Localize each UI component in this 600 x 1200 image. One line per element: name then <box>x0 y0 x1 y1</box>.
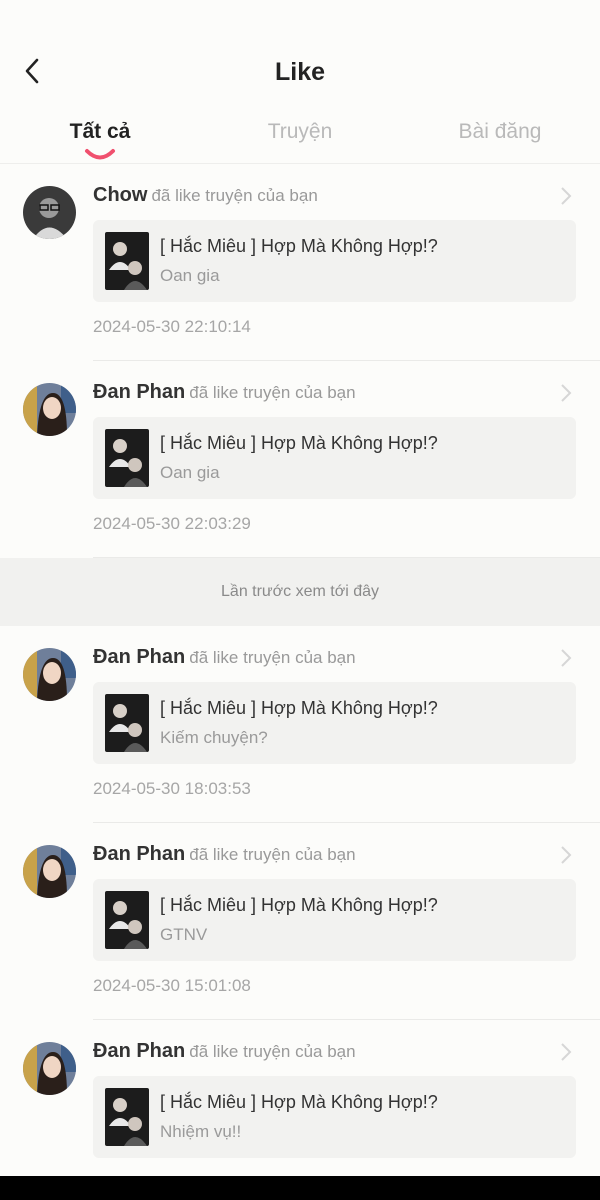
user-name[interactable]: Chow <box>93 184 147 206</box>
timestamp: 2024-05-30 22:10:14 <box>93 317 251 336</box>
user-name[interactable]: Đan Phan <box>93 381 185 403</box>
like-notice: Đan Phan đã like truyện của bạn <box>93 843 356 866</box>
story-card[interactable]: [ Hắc Miêu ] Hợp Mà Không Hợp!? Oan gia <box>93 220 576 302</box>
story-cover <box>105 1088 149 1146</box>
action-text: đã like truyện của bạn <box>189 383 356 402</box>
avatar[interactable] <box>23 648 76 701</box>
active-tab-indicator <box>85 149 115 160</box>
story-card[interactable]: [ Hắc Miêu ] Hợp Mà Không Hợp!? GTNV <box>93 879 576 961</box>
user-name[interactable]: Đan Phan <box>93 843 185 865</box>
story-card[interactable]: [ Hắc Miêu ] Hợp Mà Không Hợp!? Kiếm chu… <box>93 682 576 764</box>
chapter-name: Oan gia <box>160 266 220 285</box>
action-text: đã like truyện của bạn <box>189 1042 356 1061</box>
story-title: [ Hắc Miêu ] Hợp Mà Không Hợp!? <box>160 433 438 453</box>
chevron-right-icon[interactable] <box>560 383 572 403</box>
story-cover <box>105 694 149 752</box>
list-item[interactable]: Đan Phan đã like truyện của bạn [ Hắc Miê… <box>0 361 600 558</box>
like-notice: Đan Phan đã like truyện của bạn <box>93 1040 356 1063</box>
list-item[interactable]: Đan Phan đã like truyện của bạn [ Hắc Miê… <box>0 626 600 823</box>
system-nav-bar <box>0 1176 600 1200</box>
user-name[interactable]: Đan Phan <box>93 646 185 668</box>
chapter-name: Nhiệm vụ!! <box>160 1122 242 1141</box>
chevron-right-icon[interactable] <box>560 648 572 668</box>
story-card[interactable]: [ Hắc Miêu ] Hợp Mà Không Hợp!? Oan gia <box>93 417 576 499</box>
list-item[interactable]: Đan Phan đã like truyện của bạn [ Hắc Miê… <box>0 823 600 1020</box>
avatar[interactable] <box>23 383 76 436</box>
list-item[interactable]: Đan Phan đã like truyện của bạn [ Hắc Miê… <box>0 1020 600 1200</box>
action-text: đã like truyện của bạn <box>189 845 356 864</box>
story-cover <box>105 232 149 290</box>
tab-posts[interactable]: Bài đăng <box>450 120 550 144</box>
story-title: [ Hắc Miêu ] Hợp Mà Không Hợp!? <box>160 236 438 256</box>
chapter-name: GTNV <box>160 925 208 944</box>
chapter-name: Oan gia <box>160 463 220 482</box>
page-title: Like <box>274 58 326 86</box>
app-header: Like <box>0 0 600 110</box>
story-cover <box>105 891 149 949</box>
timestamp: 2024-05-30 15:01:08 <box>93 976 251 995</box>
tab-all[interactable]: Tất cả <box>60 120 140 144</box>
tab-bar: Tất cả Truyện Bài đăng <box>0 110 600 164</box>
like-notice: Đan Phan đã like truyện của bạn <box>93 646 356 669</box>
chevron-right-icon[interactable] <box>560 1042 572 1062</box>
action-text: đã like truyện của bạn <box>151 186 318 205</box>
like-notice: Đan Phan đã like truyện của bạn <box>93 381 356 404</box>
story-cover <box>105 429 149 487</box>
timestamp: 2024-05-30 18:03:53 <box>93 779 251 798</box>
user-name[interactable]: Đan Phan <box>93 1040 185 1062</box>
last-viewed-separator: Lần trước xem tới đây <box>0 558 600 626</box>
story-title: [ Hắc Miêu ] Hợp Mà Không Hợp!? <box>160 895 438 915</box>
timestamp: 2024-05-30 22:03:29 <box>93 514 251 533</box>
avatar[interactable] <box>23 845 76 898</box>
story-title: [ Hắc Miêu ] Hợp Mà Không Hợp!? <box>160 698 438 718</box>
chevron-right-icon[interactable] <box>560 845 572 865</box>
tab-story[interactable]: Truyện <box>258 120 342 144</box>
like-notice: Chow đã like truyện của bạn <box>93 184 318 207</box>
list-item[interactable]: Chow đã like truyện của bạn [ Hắc Miêu ] … <box>0 164 600 361</box>
like-list: Chow đã like truyện của bạn [ Hắc Miêu ] … <box>0 164 600 1200</box>
chapter-name: Kiếm chuyện? <box>160 728 268 747</box>
avatar[interactable] <box>23 1042 76 1095</box>
story-title: [ Hắc Miêu ] Hợp Mà Không Hợp!? <box>160 1092 438 1112</box>
action-text: đã like truyện của bạn <box>189 648 356 667</box>
story-card[interactable]: [ Hắc Miêu ] Hợp Mà Không Hợp!? Nhiệm vụ… <box>93 1076 576 1158</box>
chevron-right-icon[interactable] <box>560 186 572 206</box>
avatar[interactable] <box>23 186 76 239</box>
